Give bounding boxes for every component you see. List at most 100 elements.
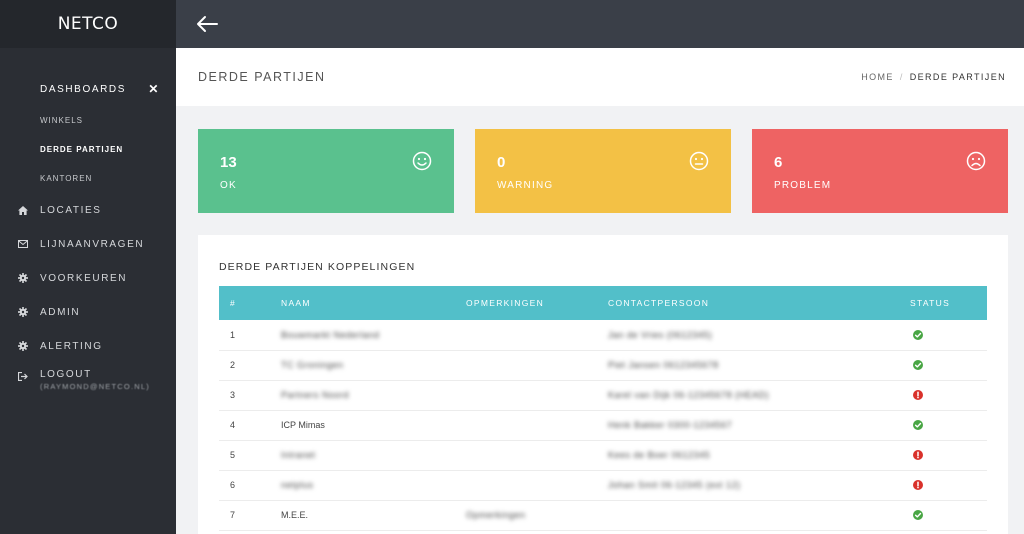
row-number: 1 — [219, 320, 281, 351]
gear-icon — [18, 273, 28, 283]
home-icon — [18, 205, 28, 215]
stat-label: PROBLEM — [774, 180, 832, 191]
page-header: DERDE PARTIJEN HOME / DERDE PARTIJEN — [176, 48, 1024, 106]
breadcrumb: HOME / DERDE PARTIJEN — [861, 72, 1006, 82]
gear-icon — [18, 341, 28, 351]
row-naam: Intranet — [281, 440, 466, 471]
column-header-opmerkingen[interactable]: OPMERKINGEN — [466, 286, 608, 320]
table-row[interactable]: 2 TC Groningen Piet Jansen 0612345678 — [219, 350, 987, 381]
row-number: 5 — [219, 440, 281, 471]
table-row[interactable]: 1 Bouwmarkt Nederland Jan de Vries (061234… — [219, 320, 987, 351]
sidebar-item-locaties[interactable]: LOCATIES — [0, 193, 176, 227]
row-status — [910, 380, 987, 411]
stat-label: WARNING — [497, 180, 554, 191]
column-header-contactpersoon[interactable]: CONTACTPERSOON — [608, 286, 910, 320]
row-opmerkingen — [466, 410, 608, 441]
sidebar-item-voorkeuren[interactable]: VOORKEUREN — [0, 261, 176, 295]
row-opmerkingen — [466, 350, 608, 381]
row-opmerkingen — [466, 320, 608, 351]
row-number: 7 — [219, 500, 281, 531]
check-circle-icon — [913, 420, 923, 431]
sidebar-item-lijnaanvragen[interactable]: LIJNAANVRAGEN — [0, 227, 176, 261]
row-status — [910, 470, 987, 501]
row-number: 4 — [219, 410, 281, 441]
smile-icon — [412, 151, 432, 171]
sidebar-item-dashboards[interactable]: DASHBOARDS ✕ — [0, 72, 176, 106]
row-opmerkingen — [466, 440, 608, 471]
row-status — [910, 410, 987, 441]
row-naam: Bouwmarkt Nederland — [281, 320, 466, 351]
row-opmerkingen: Opmerkingen — [466, 500, 608, 531]
stat-card-ok[interactable]: 13 OK — [198, 129, 454, 213]
row-status — [910, 500, 987, 531]
row-status — [910, 440, 987, 471]
sidebar-item-alerting[interactable]: ALERTING — [0, 329, 176, 363]
table-row[interactable]: 6 netplus Johan Smit 06-12345 (ext 12) — [219, 470, 987, 501]
frown-icon — [966, 151, 986, 171]
column-header-status[interactable]: STATUS — [910, 286, 987, 320]
logout-label: LOGOUT — [40, 369, 92, 380]
sidebar-nav: DASHBOARDS ✕ WINKELS DERDE PARTIJEN KANT… — [0, 48, 176, 407]
topbar — [176, 0, 1024, 48]
panel-title: DERDE PARTIJEN KOPPELINGEN — [219, 261, 416, 273]
logout-text: LOGOUT (RAYMOND@NETCO.NL) — [40, 369, 150, 391]
row-opmerkingen — [466, 470, 608, 501]
table-row[interactable]: 4 ICP Mimas Henk Bakker 0300-1234567 — [219, 410, 987, 441]
row-naam: TC Groningen — [281, 350, 466, 381]
sidebar-item-logout[interactable]: LOGOUT (RAYMOND@NETCO.NL) — [0, 363, 176, 407]
row-naam: ICP Mimas — [281, 410, 466, 441]
row-contactpersoon — [608, 500, 910, 531]
check-circle-icon — [913, 330, 923, 341]
logout-email: (RAYMOND@NETCO.NL) — [40, 382, 150, 391]
sign-out-icon — [18, 371, 28, 381]
breadcrumb-home[interactable]: HOME — [861, 72, 894, 82]
check-circle-icon — [913, 360, 923, 371]
row-status — [910, 320, 987, 351]
koppelingen-table: # NAAM OPMERKINGEN CONTACTPERSOON STATUS… — [219, 286, 987, 531]
stat-card-problem[interactable]: 6 PROBLEM — [752, 129, 1008, 213]
row-naam: M.E.E. — [281, 500, 466, 531]
row-naam: netplus — [281, 470, 466, 501]
breadcrumb-separator: / — [899, 72, 904, 82]
brand-logo[interactable]: NETCO — [0, 0, 176, 48]
sidebar-item-label: VOORKEUREN — [40, 272, 128, 284]
exclamation-circle-icon — [913, 450, 923, 461]
exclamation-circle-icon — [913, 480, 923, 491]
column-header-number[interactable]: # — [219, 286, 281, 320]
sidebar-subitem-winkels[interactable]: WINKELS — [0, 106, 176, 135]
table-row[interactable]: 5 Intranet Kees de Boer 0612345 — [219, 440, 987, 471]
sidebar-item-admin[interactable]: ADMIN — [0, 295, 176, 329]
stat-label: OK — [220, 180, 237, 191]
row-number: 2 — [219, 350, 281, 381]
row-naam: Partners Noord — [281, 380, 466, 411]
arrow-left-icon[interactable] — [196, 14, 218, 34]
stat-value: 6 — [774, 154, 783, 171]
table-header-row: # NAAM OPMERKINGEN CONTACTPERSOON STATUS — [219, 286, 987, 320]
sidebar-subitem-derde-partijen[interactable]: DERDE PARTIJEN — [0, 135, 176, 164]
sidebar-item-label: LIJNAANVRAGEN — [40, 238, 145, 250]
table-body: 1 Bouwmarkt Nederland Jan de Vries (061234… — [219, 320, 987, 531]
breadcrumb-current: DERDE PARTIJEN — [909, 72, 1006, 82]
sidebar: NETCO DASHBOARDS ✕ WINKELS DERDE PARTIJE… — [0, 0, 176, 534]
page-title: DERDE PARTIJEN — [198, 70, 326, 84]
column-header-naam[interactable]: NAAM — [281, 286, 466, 320]
stat-card-warning[interactable]: 0 WARNING — [475, 129, 731, 213]
table-row[interactable]: 3 Partners Noord Karel van Dijk 06-1234567… — [219, 380, 987, 411]
stat-value: 0 — [497, 154, 506, 171]
envelope-icon — [18, 239, 28, 249]
table-row[interactable]: 7 M.E.E. Opmerkingen — [219, 500, 987, 531]
row-contactpersoon: Karel van Dijk 06-12345678 (HEAD) — [608, 380, 910, 411]
gear-icon — [18, 307, 28, 317]
stat-value: 13 — [220, 154, 237, 171]
row-opmerkingen — [466, 380, 608, 411]
koppelingen-panel: DERDE PARTIJEN KOPPELINGEN # NAAM OPMERK… — [198, 235, 1008, 534]
row-contactpersoon: Henk Bakker 0300-1234567 — [608, 410, 910, 441]
check-circle-icon — [913, 510, 923, 521]
row-contactpersoon: Kees de Boer 0612345 — [608, 440, 910, 471]
sidebar-subitem-kantoren[interactable]: KANTOREN — [0, 164, 176, 193]
exclamation-circle-icon — [913, 390, 923, 401]
row-status — [910, 350, 987, 381]
sidebar-item-label: ALERTING — [40, 340, 103, 352]
close-icon[interactable]: ✕ — [148, 72, 160, 106]
row-number: 6 — [219, 470, 281, 501]
